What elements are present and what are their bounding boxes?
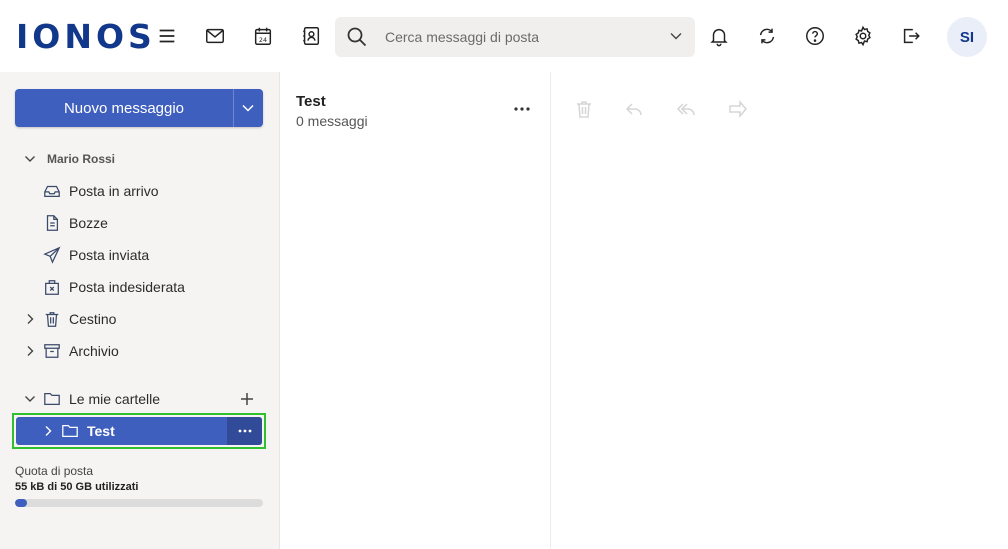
sidebar-item-label: Test xyxy=(87,423,115,439)
calendar-icon[interactable]: 24 xyxy=(249,22,277,50)
contacts-icon[interactable] xyxy=(297,22,325,50)
sidebar-item-trash[interactable]: Cestino xyxy=(0,305,279,333)
ionos-logo[interactable]: IONOS xyxy=(16,20,156,54)
sidebar-item-label: Posta indesiderata xyxy=(69,279,185,295)
sidebar: Nuovo messaggio Mario Rossi Posta in arr… xyxy=(0,72,279,549)
bell-icon[interactable] xyxy=(705,22,733,50)
sidebar-item-label: Bozze xyxy=(69,215,108,231)
reading-pane xyxy=(551,72,1008,549)
account-name: Mario Rossi xyxy=(47,152,116,166)
chevron-right-icon[interactable] xyxy=(24,313,36,325)
my-folders-header[interactable]: Le mie cartelle xyxy=(0,385,279,413)
sidebar-item-drafts[interactable]: Bozze xyxy=(0,209,279,237)
add-folder-icon[interactable] xyxy=(240,392,254,406)
logout-icon[interactable] xyxy=(897,22,925,50)
drafts-icon xyxy=(46,215,59,231)
sidebar-item-archive[interactable]: Archivio xyxy=(0,337,279,365)
sync-icon[interactable] xyxy=(753,22,781,50)
help-icon[interactable] xyxy=(801,22,829,50)
folder-icon xyxy=(44,392,60,406)
archive-icon xyxy=(44,344,60,358)
quota-label: Quota di posta xyxy=(15,464,94,478)
account-header[interactable]: Mario Rossi xyxy=(0,145,279,173)
quota-value: 55 kB di 50 GB utilizzati xyxy=(15,481,139,493)
message-list-pane: Test 0 messaggi xyxy=(280,72,550,549)
sidebar-item-label: Cestino xyxy=(69,311,117,327)
message-count: 0 messaggi xyxy=(296,113,368,129)
gear-icon[interactable] xyxy=(849,22,877,50)
sidebar-item-label: Posta in arrivo xyxy=(69,183,159,199)
sent-icon xyxy=(43,246,61,264)
delete-icon[interactable] xyxy=(573,98,595,120)
sidebar-item-sent[interactable]: Posta inviata xyxy=(0,241,279,269)
chevron-down-icon[interactable] xyxy=(669,29,683,43)
trash-icon xyxy=(45,312,59,327)
spam-icon xyxy=(45,280,59,295)
folder-more-button[interactable] xyxy=(227,417,262,445)
sidebar-item-inbox[interactable]: Posta in arrivo xyxy=(0,177,279,205)
quota-progress-fill xyxy=(15,499,28,507)
chevron-right-icon[interactable] xyxy=(42,425,54,437)
new-message-label: Nuovo messaggio xyxy=(63,99,185,117)
sidebar-item-test[interactable]: Test xyxy=(16,417,262,445)
chevron-down-icon[interactable] xyxy=(241,101,255,115)
reply-icon[interactable] xyxy=(623,98,645,120)
chevron-down-icon[interactable] xyxy=(24,393,36,405)
search-bar xyxy=(335,17,695,57)
folder-icon xyxy=(62,424,78,438)
mail-icon[interactable] xyxy=(201,22,229,50)
sidebar-item-spam[interactable]: Posta indesiderata xyxy=(0,273,279,301)
chevron-down-icon[interactable] xyxy=(24,153,36,165)
forward-icon[interactable] xyxy=(727,98,749,120)
search-input[interactable] xyxy=(385,25,655,49)
folder-highlight: Test xyxy=(12,413,266,449)
list-more-button[interactable] xyxy=(512,102,532,116)
chevron-right-icon[interactable] xyxy=(24,345,36,357)
button-divider xyxy=(233,89,234,127)
more-dots-icon xyxy=(238,429,251,433)
menu-icon[interactable] xyxy=(153,22,181,50)
reply-all-icon[interactable] xyxy=(675,98,697,120)
quota-progress-bar xyxy=(15,499,263,507)
sidebar-item-label: Posta inviata xyxy=(69,247,150,263)
folder-title: Test xyxy=(296,93,326,110)
new-message-button[interactable]: Nuovo messaggio xyxy=(15,89,263,127)
inbox-icon xyxy=(44,185,60,198)
user-avatar[interactable]: SI xyxy=(947,17,987,57)
calendar-day: 24 xyxy=(259,36,267,44)
sidebar-item-label: Archivio xyxy=(69,343,119,359)
top-bar: IONOS 24 SI xyxy=(0,0,1008,72)
more-dots-icon xyxy=(514,107,530,111)
my-folders-label: Le mie cartelle xyxy=(69,391,161,407)
search-icon[interactable] xyxy=(345,25,369,49)
